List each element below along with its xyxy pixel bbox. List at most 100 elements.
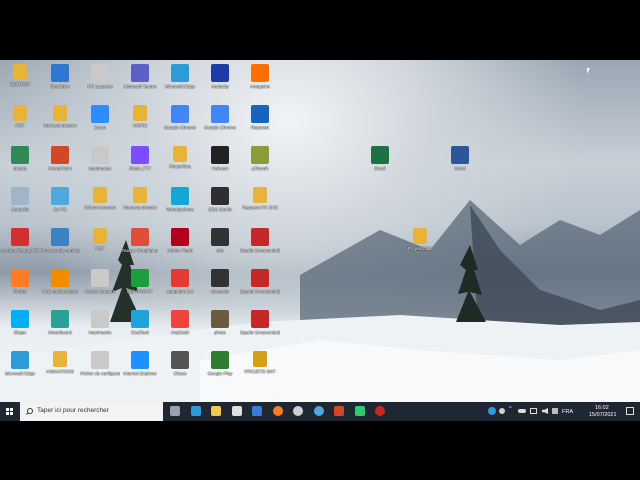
desktop-icon[interactable]: Google Play — [200, 349, 240, 389]
desktop-icon[interactable]: Hokusai — [200, 144, 240, 184]
desktop-icon[interactable]: WORD — [120, 103, 160, 143]
desktop-icon[interactable]: Pyhton examen — [80, 185, 120, 225]
desktop-icon[interactable]: Smartboard — [40, 308, 80, 348]
desktop-icon[interactable]: Adobe Flash — [160, 226, 200, 266]
notification-center-icon[interactable] — [626, 407, 634, 415]
desktop-icon[interactable]: TESTPOT — [0, 62, 40, 102]
desktop-icon[interactable]: Arreguine — [240, 62, 280, 102]
desktop-icon[interactable]: OBS Studio — [200, 185, 240, 225]
desktop-icon[interactable]: Spyder (Anaconda3) — [240, 267, 280, 307]
desktop-icon[interactable]: Internet Explorer — [120, 349, 160, 389]
spyder-icon — [251, 310, 269, 328]
desktop-icon[interactable]: Nouveau dossier — [40, 103, 80, 143]
desktop-icon-label: Internet Explorer — [123, 371, 157, 376]
edge-icon[interactable] — [190, 406, 201, 416]
desktop-icon[interactable]: Microsoft Edge — [0, 349, 40, 389]
desktop-icon[interactable]: obs — [200, 226, 240, 266]
desktop-icon-label: Firefox — [13, 289, 27, 294]
desktop-icon[interactable]: Word — [440, 144, 480, 184]
desktop-icon[interactable]: Zoom — [80, 103, 120, 143]
desktop-icon[interactable]: Spyder (Anaconda3) — [240, 308, 280, 348]
desktop-icon[interactable]: Nouveau dossier — [120, 185, 160, 225]
desktop-icon[interactable]: OneDrive — [40, 62, 80, 102]
desktop-icon[interactable]: Audacity — [200, 62, 240, 102]
desktop-icon-label: Audacity — [211, 84, 229, 89]
folder-icon — [413, 228, 427, 244]
clock-date[interactable]: 15/07/2021 — [589, 412, 617, 418]
desktop-icon[interactable]: EvalTool — [120, 308, 160, 348]
people-icon[interactable] — [499, 408, 505, 414]
obs-icon — [211, 187, 229, 205]
desktop-icon[interactable]: Corbeille — [0, 185, 40, 225]
clock-time[interactable]: 16:02 — [595, 405, 609, 411]
desktop-icon[interactable]: Flash_FTT — [120, 144, 160, 184]
desktop-icon[interactable]: Microsoft Teams — [120, 62, 160, 102]
task-view-icon[interactable] — [170, 406, 180, 416]
desktop[interactable]: TESTPOT POT skripts Corbeille Acrobat Reader… — [0, 60, 640, 402]
desktop-icon[interactable]: Projets2021 — [400, 226, 440, 266]
volume-icon[interactable] — [542, 408, 548, 414]
desktop-icon[interactable]: Excel — [360, 144, 400, 184]
desktop-icon[interactable]: photo — [200, 308, 240, 348]
desktop-icon[interactable]: Imprimante — [80, 144, 120, 184]
desktop-icon[interactable]: Microsoft Edge — [160, 62, 200, 102]
desktop-icon[interactable]: Chess — [160, 349, 200, 389]
desktop-icon[interactable]: AnyDesk — [160, 308, 200, 348]
desktop-icon[interactable]: Wondershare — [160, 185, 200, 225]
firefox-icon[interactable] — [272, 406, 283, 416]
desktop-icon[interactable]: Firefox — [0, 267, 40, 307]
network-icon[interactable] — [530, 408, 537, 414]
chevron-up-icon[interactable]: ^ — [509, 406, 512, 412]
desktop-icon[interactable]: Google Chrome — [160, 103, 200, 143]
desktop-icon[interactable]: skripts — [0, 144, 40, 184]
language-indicator[interactable]: FRA — [562, 409, 573, 415]
desktop-icon[interactable]: Regresst — [240, 103, 280, 143]
obs-icon[interactable] — [293, 406, 303, 416]
target-icon — [171, 269, 189, 287]
desktop-icon[interactable]: Regresst PC SHZ — [240, 185, 280, 225]
desktop-icon[interactable]: ANIMATIONS — [40, 349, 80, 389]
desktop-icon[interactable]: gThumb — [240, 144, 280, 184]
desktop-icon[interactable]: obsetsite — [200, 267, 240, 307]
desktop-icon-label: Microsoft Edge — [4, 371, 35, 376]
desktop-icon[interactable]: Skype — [0, 308, 40, 348]
desktop-icon[interactable]: Ce PC — [40, 185, 80, 225]
usb-icon[interactable] — [552, 408, 558, 414]
anydesk-icon — [171, 310, 189, 328]
mail-icon[interactable] — [252, 406, 262, 416]
desktop-icon[interactable]: Imprimante — [80, 308, 120, 348]
powerpoint-icon[interactable] — [334, 406, 344, 416]
file-explorer-icon[interactable] — [211, 406, 221, 416]
tray-app-icon[interactable] — [488, 407, 496, 415]
desktop-icon[interactable]: Edit PROFIT — [120, 267, 160, 307]
desktop-icon[interactable]: PowerPoint — [40, 144, 80, 184]
desktop-icon[interactable]: VLC media player — [40, 267, 80, 307]
desktop-icon[interactable]: Acrobat Reader DC — [0, 226, 40, 266]
taskbar: Taper ici pour rechercher ^ FRA 16:02 15… — [0, 402, 640, 421]
desktop-icon-label: obs — [216, 248, 224, 253]
desktop-icon[interactable]: PROJETS SNT — [240, 349, 280, 389]
chrome-icon — [211, 105, 229, 123]
onedrive-tray-icon[interactable] — [518, 409, 526, 413]
desktop-icon[interactable]: PhotoFiltre — [160, 144, 200, 184]
desktop-icon[interactable]: Google Chrome — [200, 103, 240, 143]
desktop-icon[interactable]: Fichier de configuration — [80, 349, 120, 389]
start-button[interactable] — [0, 402, 18, 421]
desktop-icon[interactable]: PDF — [80, 226, 120, 266]
desktop-icon[interactable]: Panneau de configuration — [40, 226, 80, 266]
desktop-icon[interactable]: Canon Capture — [80, 267, 120, 307]
spyder-icon — [251, 269, 269, 287]
desktop-icon[interactable]: Nuage Graphique — [120, 226, 160, 266]
desktop-icon[interactable]: geogebra 6.0 — [160, 267, 200, 307]
desktop-icon[interactable]: POT — [0, 103, 40, 143]
desktop-icon[interactable]: Spyder (Anaconda3) — [240, 226, 280, 266]
excel-icon — [371, 146, 389, 164]
taskbar-search-box[interactable]: Taper ici pour rechercher — [20, 402, 163, 421]
desktop-icon-label: Google Chrome — [164, 125, 196, 130]
spyder-icon[interactable] — [375, 406, 385, 416]
desktop-icon-label: Chess — [173, 371, 187, 376]
app-icon[interactable] — [354, 406, 365, 416]
store-icon[interactable] — [231, 406, 242, 416]
settings-icon[interactable] — [313, 406, 324, 416]
desktop-icon[interactable]: HP LaserJet — [80, 62, 120, 102]
